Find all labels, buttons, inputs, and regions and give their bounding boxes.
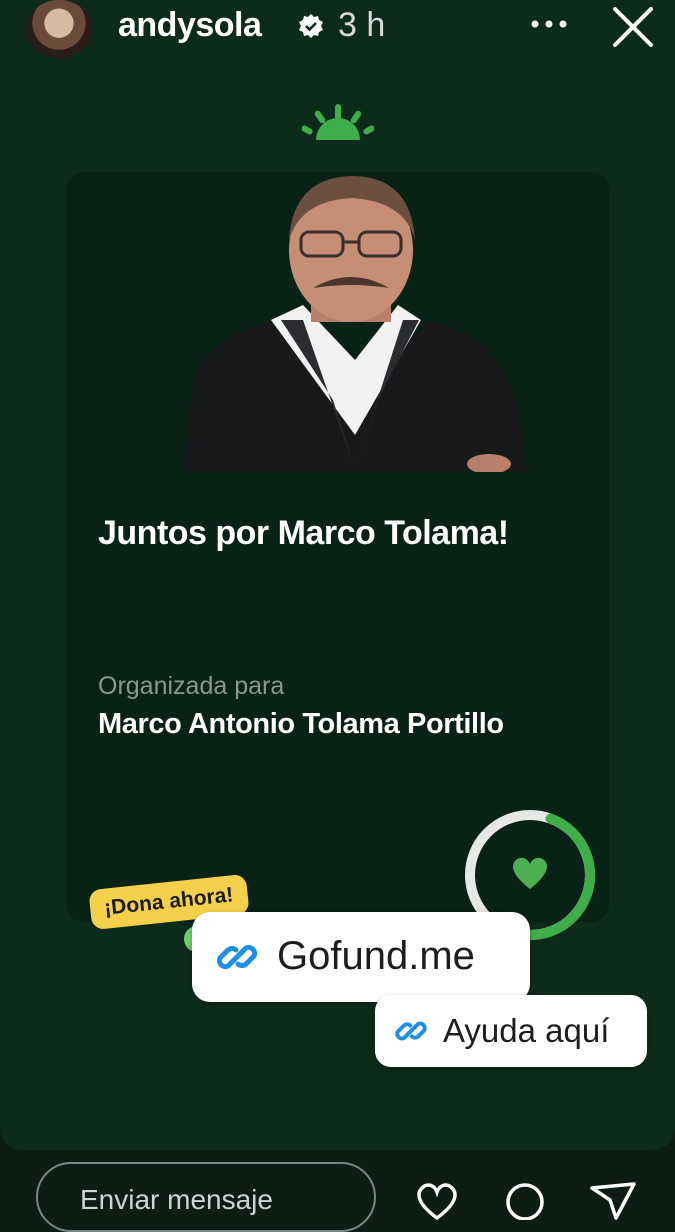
story-header: andysola 3 h — [0, 0, 675, 60]
organized-name: Marco Antonio Tolama Portillo — [98, 708, 504, 740]
story-frame: andysola 3 h Juntos por Marco Tolama! Or… — [0, 0, 675, 1150]
portrait-image — [183, 176, 528, 472]
more-icon[interactable] — [527, 6, 571, 42]
link-icon — [216, 944, 258, 970]
link-icon — [395, 1021, 427, 1041]
close-icon[interactable] — [610, 4, 656, 50]
help-link-sticker[interactable]: Ayuda aquí — [375, 995, 647, 1067]
like-icon[interactable] — [412, 1180, 462, 1220]
fundraiser-title: Juntos por Marco Tolama! — [98, 514, 509, 552]
post-time: 3 h — [338, 6, 386, 44]
message-icon[interactable] — [500, 1180, 550, 1220]
reply-input[interactable]: Enviar mensaje — [36, 1162, 376, 1232]
organized-label: Organizada para — [98, 672, 285, 700]
help-link-label: Ayuda aquí — [443, 1012, 610, 1049]
gofund-link-label: Gofund.me — [277, 934, 475, 978]
reply-placeholder: Enviar mensaje — [80, 1184, 273, 1215]
verified-icon — [299, 14, 323, 38]
avatar[interactable] — [26, 0, 92, 58]
username[interactable]: andysola — [118, 6, 262, 45]
heart-icon — [512, 857, 548, 889]
send-icon[interactable] — [588, 1180, 638, 1220]
sun-logo-icon — [302, 104, 374, 140]
gofund-link-sticker[interactable]: Gofund.me — [192, 912, 530, 1002]
